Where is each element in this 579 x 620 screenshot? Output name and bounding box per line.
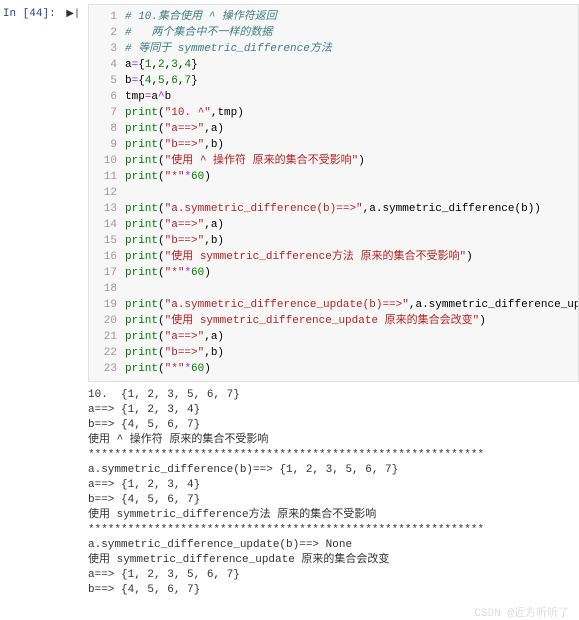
line-number: 13 xyxy=(89,201,125,217)
code-line[interactable]: 12 xyxy=(89,185,578,201)
code-content[interactable]: print("b==>",b) xyxy=(125,345,578,361)
code-content[interactable]: print("a.symmetric_difference_update(b)=… xyxy=(125,297,579,313)
line-number: 5 xyxy=(89,73,125,89)
code-content[interactable]: print("a==>",a) xyxy=(125,121,578,137)
prompt-label: In [44]: xyxy=(3,8,56,20)
code-line[interactable]: 17print("*"*60) xyxy=(89,265,578,281)
code-line[interactable]: 10print("使用 ^ 操作符 原来的集合不受影响") xyxy=(89,153,578,169)
line-number: 20 xyxy=(89,313,125,329)
line-number: 7 xyxy=(89,105,125,121)
code-line[interactable]: 9print("b==>",b) xyxy=(89,137,578,153)
code-line[interactable]: 14print("a==>",a) xyxy=(89,217,578,233)
line-number: 14 xyxy=(89,217,125,233)
code-line[interactable]: 20print("使用 symmetric_difference_update … xyxy=(89,313,578,329)
code-line[interactable]: 16print("使用 symmetric_difference方法 原来的集合… xyxy=(89,249,578,265)
code-content[interactable]: print("b==>",b) xyxy=(125,137,578,153)
code-content[interactable]: print("*"*60) xyxy=(125,169,578,185)
code-content[interactable]: # 10.集合使用 ^ 操作符返回 xyxy=(125,9,578,25)
line-number: 3 xyxy=(89,41,125,57)
code-line[interactable]: 13print("a.symmetric_difference(b)==>",a… xyxy=(89,201,578,217)
code-content[interactable]: print("*"*60) xyxy=(125,361,578,377)
code-content[interactable] xyxy=(125,281,578,297)
code-content[interactable]: print("使用 ^ 操作符 原来的集合不受影响") xyxy=(125,153,578,169)
code-line[interactable]: 1# 10.集合使用 ^ 操作符返回 xyxy=(89,9,578,25)
code-line[interactable]: 4a={1,2,3,4} xyxy=(89,57,578,73)
code-content[interactable]: print("使用 symmetric_difference_update 原来… xyxy=(125,313,578,329)
code-line[interactable]: 21print("a==>",a) xyxy=(89,329,578,345)
code-cell: In [44]: ▶| 1# 10.集合使用 ^ 操作符返回2# 两个集合中不一… xyxy=(0,0,579,382)
code-line[interactable]: 23print("*"*60) xyxy=(89,361,578,377)
code-content[interactable]: # 等同于 symmetric_difference方法 xyxy=(125,41,578,57)
code-content[interactable]: a={1,2,3,4} xyxy=(125,57,578,73)
code-content[interactable]: print("a==>",a) xyxy=(125,217,578,233)
line-number: 1 xyxy=(89,9,125,25)
code-line[interactable]: 5b={4,5,6,7} xyxy=(89,73,578,89)
code-line[interactable]: 8print("a==>",a) xyxy=(89,121,578,137)
code-content[interactable] xyxy=(125,185,578,201)
input-prompt: In [44]: ▶| xyxy=(0,4,88,382)
line-number: 17 xyxy=(89,265,125,281)
code-line[interactable]: 18 xyxy=(89,281,578,297)
code-content[interactable]: print("*"*60) xyxy=(125,265,578,281)
line-number: 21 xyxy=(89,329,125,345)
line-number: 22 xyxy=(89,345,125,361)
code-line[interactable]: 11print("*"*60) xyxy=(89,169,578,185)
line-number: 23 xyxy=(89,361,125,377)
code-line[interactable]: 22print("b==>",b) xyxy=(89,345,578,361)
line-number: 8 xyxy=(89,121,125,137)
line-number: 16 xyxy=(89,249,125,265)
code-content[interactable]: tmp=a^b xyxy=(125,89,578,105)
line-number: 6 xyxy=(89,89,125,105)
line-number: 19 xyxy=(89,297,125,313)
line-number: 12 xyxy=(89,185,125,201)
code-line[interactable]: 6tmp=a^b xyxy=(89,89,578,105)
code-content[interactable]: print("b==>",b) xyxy=(125,233,578,249)
line-number: 4 xyxy=(89,57,125,73)
output-area: 10. {1, 2, 3, 5, 6, 7} a==> {1, 2, 3, 4}… xyxy=(0,382,579,604)
line-number: 2 xyxy=(89,25,125,41)
code-line[interactable]: 3# 等同于 symmetric_difference方法 xyxy=(89,41,578,57)
code-content[interactable]: print("10. ^",tmp) xyxy=(125,105,578,121)
watermark: CSDN @近方听听了 xyxy=(0,604,579,620)
code-content[interactable]: print("a.symmetric_difference(b)==>",a.s… xyxy=(125,201,578,217)
line-number: 10 xyxy=(89,153,125,169)
line-number: 18 xyxy=(89,281,125,297)
code-editor[interactable]: 1# 10.集合使用 ^ 操作符返回2# 两个集合中不一样的数据3# 等同于 s… xyxy=(88,4,579,382)
code-line[interactable]: 15print("b==>",b) xyxy=(89,233,578,249)
code-content[interactable]: # 两个集合中不一样的数据 xyxy=(125,25,578,41)
code-content[interactable]: print("使用 symmetric_difference方法 原来的集合不受… xyxy=(125,249,578,265)
run-icon[interactable]: ▶| xyxy=(66,9,80,20)
code-content[interactable]: b={4,5,6,7} xyxy=(125,73,578,89)
code-line[interactable]: 19print("a.symmetric_difference_update(b… xyxy=(89,297,578,313)
code-content[interactable]: print("a==>",a) xyxy=(125,329,578,345)
line-number: 11 xyxy=(89,169,125,185)
code-line[interactable]: 7print("10. ^",tmp) xyxy=(89,105,578,121)
line-number: 15 xyxy=(89,233,125,249)
line-number: 9 xyxy=(89,137,125,153)
code-line[interactable]: 2# 两个集合中不一样的数据 xyxy=(89,25,578,41)
